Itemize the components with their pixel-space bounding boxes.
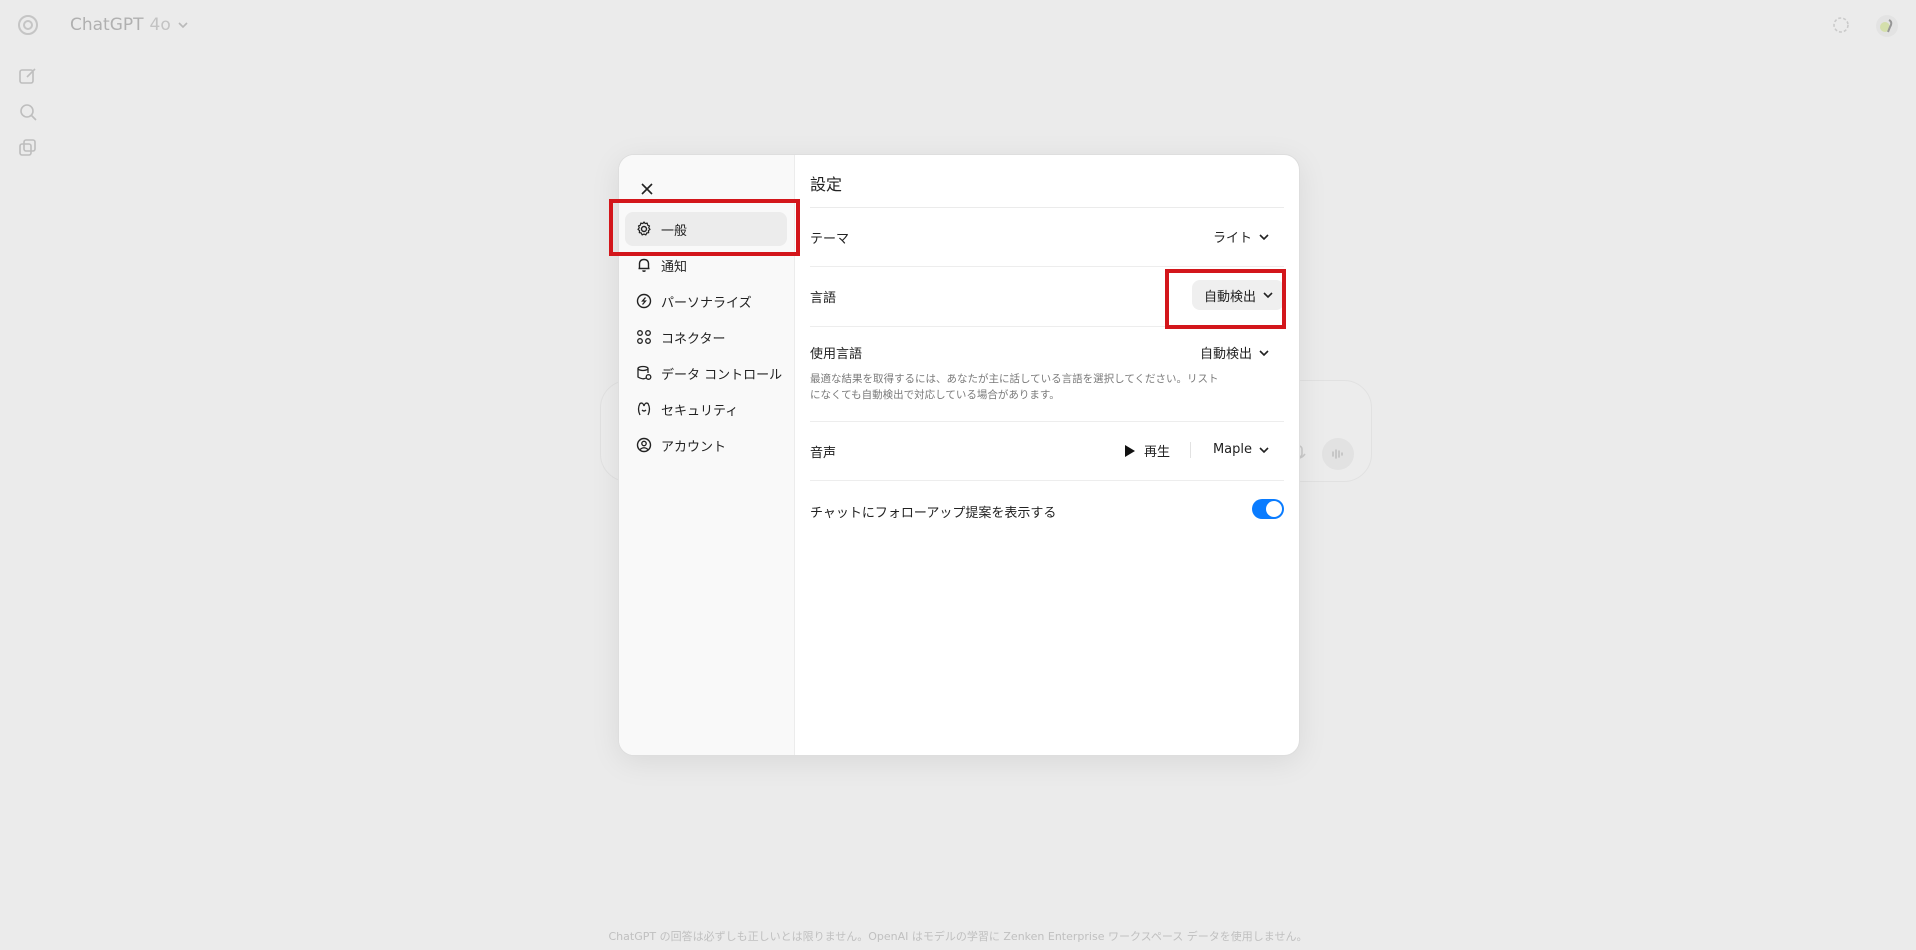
setting-row-language: 言語 自動検出: [810, 267, 1284, 327]
follow-up-label: チャットにフォローアップ提案を表示する: [810, 506, 1057, 521]
chevron-down-icon: [1259, 349, 1269, 356]
nav-item-label: 一般: [661, 223, 688, 239]
voice-play-button[interactable]: 再生: [1124, 441, 1170, 460]
theme-label: テーマ: [810, 232, 850, 247]
nav-item-notifications[interactable]: 通知: [625, 248, 787, 282]
settings-content: 設定 テーマ ライト 言語 自動検出 使用言語 自動検出 最適な結果を取得するに…: [794, 155, 1299, 755]
nav-item-account[interactable]: アカウント: [625, 428, 787, 462]
nav-item-label: コネクター: [661, 331, 726, 347]
nav-item-label: パーソナライズ: [661, 295, 752, 311]
theme-dropdown[interactable]: ライト: [1213, 227, 1270, 246]
account-icon: [636, 437, 652, 453]
bell-icon: [638, 258, 650, 272]
voice-play-label: 再生: [1144, 445, 1171, 460]
settings-dialog: 一般 通知 パーソナライズ コネクター データ コントロール セキュリティ アカ…: [618, 154, 1300, 756]
personalize-icon: [636, 293, 652, 309]
setting-row-voice: 音声 再生 Maple: [810, 422, 1284, 481]
toggle-knob: [1266, 501, 1282, 517]
language-label: 言語: [810, 291, 837, 306]
spoken-language-help: 最適な結果を取得するには、あなたが主に話している言語を選択してください。リストに…: [810, 373, 1219, 401]
nav-item-general[interactable]: 一般: [625, 212, 787, 246]
close-icon: [641, 183, 653, 195]
voice-label: 音声: [810, 446, 837, 461]
language-value: 自動検出: [1203, 289, 1256, 305]
theme-value: ライト: [1212, 231, 1252, 246]
chevron-down-icon: [1259, 233, 1269, 240]
nav-item-label: セキュリティ: [661, 403, 739, 419]
nav-item-personalize[interactable]: パーソナライズ: [625, 284, 787, 318]
spoken-language-value: 自動検出: [1199, 347, 1252, 362]
gear-icon: [637, 221, 651, 236]
security-icon: [637, 402, 651, 416]
setting-row-theme: テーマ ライト: [810, 207, 1284, 267]
data-controls-icon: [637, 365, 652, 380]
close-button[interactable]: [633, 175, 661, 203]
play-icon: [1125, 444, 1135, 457]
nav-item-connectors[interactable]: コネクター: [625, 320, 787, 354]
voice-value: Maple: [1212, 442, 1252, 457]
nav-item-label: 通知: [661, 259, 688, 275]
follow-up-toggle[interactable]: [1252, 499, 1284, 519]
setting-row-follow-up: チャットにフォローアップ提案を表示する: [810, 481, 1284, 541]
settings-title: 設定: [810, 175, 843, 194]
language-dropdown[interactable]: 自動検出: [1191, 280, 1284, 310]
nav-item-label: データ コントロール: [661, 367, 783, 383]
nav-item-security[interactable]: セキュリティ: [625, 392, 787, 426]
settings-nav: 一般 通知 パーソナライズ コネクター データ コントロール セキュリティ アカ…: [619, 155, 795, 755]
connectors-icon: [637, 330, 651, 344]
divider: [1190, 442, 1191, 458]
settings-nav-list: 一般 通知 パーソナライズ コネクター データ コントロール セキュリティ アカ…: [625, 212, 787, 464]
nav-item-data-controls[interactable]: データ コントロール: [625, 356, 787, 390]
spoken-language-label: 使用言語: [810, 347, 863, 362]
spoken-language-dropdown[interactable]: 自動検出: [1200, 343, 1270, 362]
setting-row-spoken-language: 使用言語 自動検出 最適な結果を取得するには、あなたが主に話している言語を選択し…: [810, 327, 1284, 422]
voice-dropdown[interactable]: Maple: [1213, 442, 1270, 457]
nav-item-label: アカウント: [661, 439, 727, 455]
chevron-down-icon: [1263, 292, 1273, 299]
chevron-down-icon: [1259, 446, 1269, 453]
